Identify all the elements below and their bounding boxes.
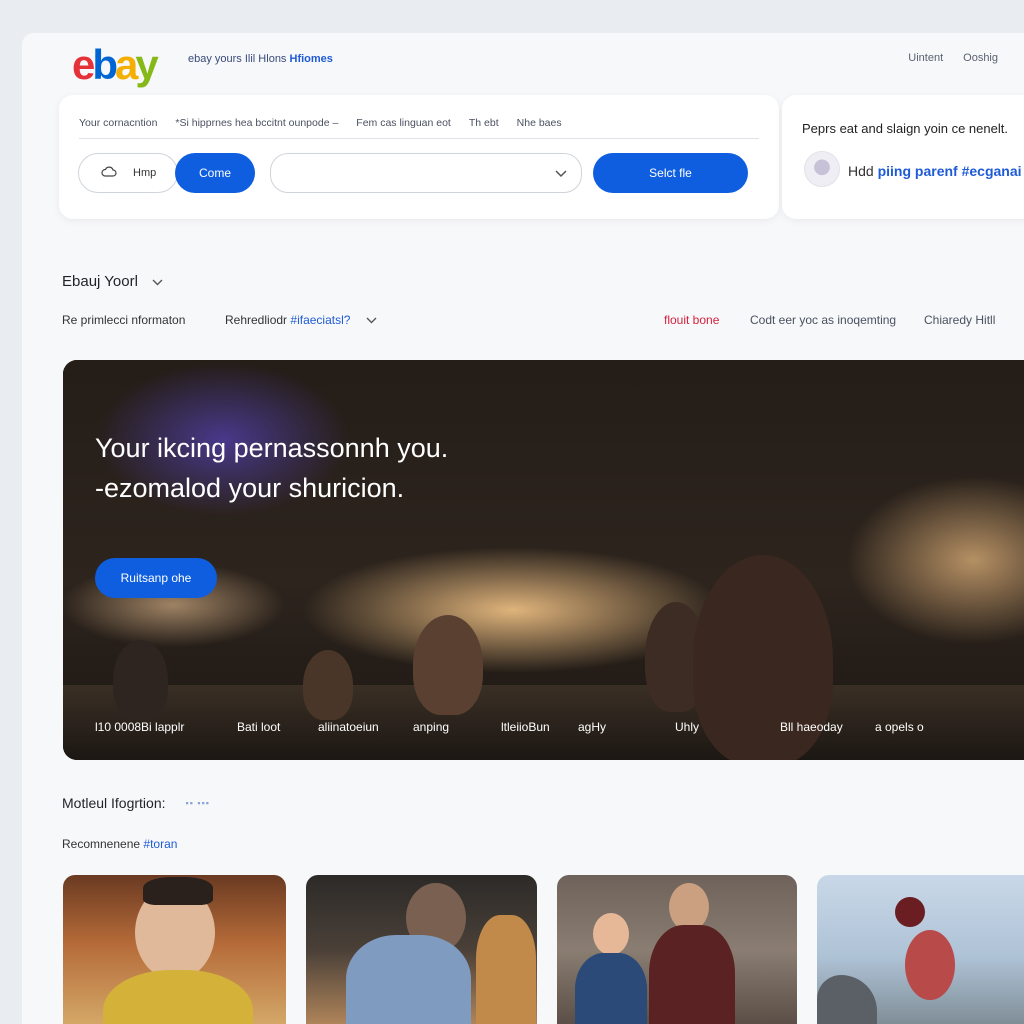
hero-caption: aliinatoeiun [318, 720, 379, 734]
filter-dropdown-label: Rehredliodr [225, 313, 288, 327]
hero-headline-line-2: -ezomalod your shuricion. [95, 473, 405, 503]
filter-primary[interactable]: Re primlecci nformaton [62, 313, 185, 327]
top-link-2[interactable]: Ooshig [963, 52, 998, 64]
hero-caption: Bll haeoday [780, 720, 843, 734]
hero-caption: Uhly [675, 720, 700, 734]
tagline-text: ebay yours Ilil Hlons [188, 53, 287, 65]
hero-caption: ltleiioBun [501, 720, 550, 734]
section-title-text: Ebauj Yoorl [62, 273, 138, 290]
hero-caption: l10 0008Bi lapplr [95, 720, 185, 734]
section-title[interactable]: Ebauj Yoorl [62, 273, 163, 290]
promo-card: Peprs eat and slaign yoin ce nenelt. Hdd… [782, 95, 1024, 219]
hero-cta-button[interactable]: Ruitsanp ohe [95, 558, 217, 598]
hero-person [303, 650, 353, 720]
avatar [804, 151, 840, 187]
thumbnail-card[interactable] [817, 875, 1024, 1024]
rec-accent: #toran [143, 837, 178, 851]
hero-person [413, 615, 483, 715]
thumb-figure [143, 877, 213, 905]
promo-title: Peprs eat and slaign yoin ce nenelt. [802, 121, 1008, 136]
rec-text: Recomnenene [62, 837, 141, 851]
thumb-figure [817, 975, 877, 1024]
loading-dots: ▪▪ ▪▪▪ [185, 798, 210, 808]
select-file-button[interactable]: Selct fle [593, 153, 748, 193]
filter-dropdown-accent: #ifaeciatsl? [290, 313, 351, 327]
bottom-title-text: Motleul Ifogrtion: [62, 795, 166, 811]
home-pill-button[interactable]: Hmp [78, 153, 178, 193]
chevron-down-icon [152, 275, 163, 289]
logo-letter-a: a [115, 41, 138, 88]
thumb-figure [476, 915, 536, 1024]
tagline-accent[interactable]: Hfiomes [290, 53, 333, 65]
chevron-down-icon [366, 313, 377, 327]
thumb-figure [103, 970, 253, 1024]
thumb-figure [649, 925, 735, 1024]
logo-letter-b: b [92, 41, 118, 88]
promo-line-bold: piing parenf [877, 163, 958, 179]
thumb-figure [575, 953, 647, 1024]
filter-link[interactable]: Codt eer yoc as inoqemting [750, 313, 896, 327]
top-links: Uintent Ooshig [908, 52, 998, 64]
filter-row: Re primlecci nformaton Rehredliodr #ifae… [62, 313, 1024, 333]
hero-caption: Bati loot [237, 720, 281, 734]
breadcrumb-item[interactable]: Th ebt [469, 117, 499, 129]
thumb-figure [895, 897, 925, 927]
hero-headline: Your ikcing pernassonnh you. -ezomalod y… [95, 428, 655, 508]
thumb-figure [593, 913, 629, 955]
thumb-figure [905, 930, 955, 1000]
hero-headline-line-1: Your ikcing pernassonnh you. [95, 433, 449, 463]
hero-caption: a opels o [875, 720, 924, 734]
promo-line-text: Hdd [848, 163, 874, 179]
chevron-down-icon [555, 166, 567, 181]
logo-letter-e: e [72, 41, 95, 88]
breadcrumb-item[interactable]: Nhe baes [517, 117, 562, 129]
thumbnail-card[interactable] [306, 875, 537, 1024]
come-button[interactable]: Come [175, 153, 255, 193]
home-label: Hmp [133, 167, 157, 179]
hero-banner[interactable]: Your ikcing pernassonnh you. -ezomalod y… [63, 360, 1024, 760]
hero-caption: anping [413, 720, 450, 734]
ebay-logo[interactable]: ebay [72, 41, 159, 89]
thumb-figure [669, 883, 709, 931]
thumb-figure [346, 935, 471, 1024]
breadcrumb-item[interactable]: Fem cas linguan eot [356, 117, 451, 129]
cloud-icon [101, 166, 117, 181]
top-link-1[interactable]: Uintent [908, 52, 943, 64]
promo-line[interactable]: Hdd piing parenf #ecganai [848, 163, 1022, 179]
breadcrumb: Your cornacntion *Si hipprnes hea bccitn… [79, 117, 759, 139]
hero-person [113, 640, 168, 720]
breadcrumb-item[interactable]: *Si hipprnes hea bccitnt ounpode – [175, 117, 338, 129]
search-card: Your cornacntion *Si hipprnes hea bccitn… [59, 95, 779, 219]
logo-letter-y: y [135, 41, 158, 88]
breadcrumb-item[interactable]: Your cornacntion [79, 117, 157, 129]
category-select[interactable] [270, 153, 582, 193]
hero-caption: agHy [578, 720, 607, 734]
filter-link[interactable]: Chiaredy Hitll [924, 313, 995, 327]
thumbnail-card[interactable] [557, 875, 797, 1024]
page-surface: ebay ebay yours Ilil Hlons Hfiomes Uinte… [22, 33, 1024, 1024]
header-tagline: ebay yours Ilil Hlons Hfiomes [188, 53, 333, 65]
promo-line-accent: #ecganai [961, 163, 1022, 179]
filter-dropdown[interactable]: Rehredliodr #ifaeciatsl? [225, 313, 377, 327]
thumbnail-card[interactable] [63, 875, 286, 1024]
bottom-section-title: Motleul Ifogrtion: ▪▪ ▪▪▪ [62, 795, 210, 811]
filter-link-red[interactable]: flouit bone [664, 313, 719, 327]
recommendation-label[interactable]: Recomnenene #toran [62, 837, 177, 851]
